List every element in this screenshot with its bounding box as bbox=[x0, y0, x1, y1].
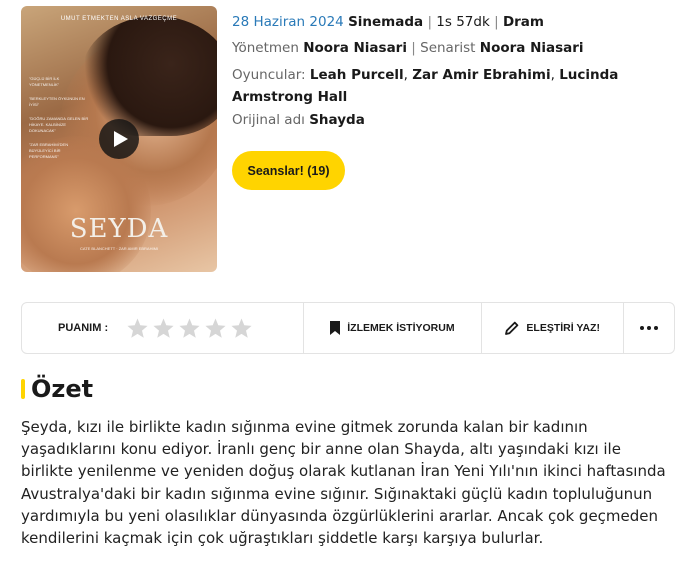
rating-label: PUANIM : bbox=[58, 322, 109, 334]
separator: | bbox=[411, 40, 416, 56]
cast-link[interactable]: Leah Purcell bbox=[310, 67, 404, 83]
release-row: 28 Haziran 2024 Sinemada | 1s 57dk | Dra… bbox=[232, 11, 652, 33]
star-icon[interactable] bbox=[126, 317, 149, 340]
release-date-link[interactable]: 28 Haziran 2024 bbox=[232, 14, 344, 30]
poster-quote: "ZAR EBRAHİMİ'DEN BÜYÜLEYİCİ BİR PERFORM… bbox=[29, 142, 69, 159]
poster-hair-shape bbox=[81, 16, 217, 136]
writer-label: Senarist bbox=[420, 40, 476, 56]
separator: | bbox=[494, 14, 499, 30]
cast-label: Oyuncular: bbox=[232, 67, 306, 83]
release-status: Sinemada bbox=[348, 14, 424, 30]
comma: , bbox=[403, 67, 408, 83]
bookmark-icon bbox=[330, 321, 341, 335]
poster-quote: "GÜÇLÜ BİR İLK YÖNETMENLİK" bbox=[29, 76, 60, 87]
original-title: Shayda bbox=[309, 112, 365, 128]
heading-accent-bar bbox=[21, 379, 25, 399]
review-label: ELEŞTİRİ YAZ! bbox=[526, 322, 600, 334]
original-title-row: Orijinal adı Shayda bbox=[232, 109, 652, 131]
star-icon[interactable] bbox=[230, 317, 253, 340]
play-trailer-button[interactable] bbox=[99, 119, 139, 159]
pencil-icon bbox=[505, 321, 519, 335]
summary-heading: Özet bbox=[31, 375, 94, 403]
star-icon[interactable] bbox=[204, 317, 227, 340]
showtimes-button[interactable]: Seanslar! (19) bbox=[232, 151, 345, 190]
user-action-bar: PUANIM : İZLEMEK İSTİYORUM ELEŞTİRİ YAZ! bbox=[21, 302, 675, 354]
cast-row: Oyuncular: Leah Purcell, Zar Amir Ebrahi… bbox=[232, 64, 632, 108]
movie-info: 28 Haziran 2024 Sinemada | 1s 57dk | Dra… bbox=[232, 11, 652, 131]
duration: 1s 57dk bbox=[436, 14, 490, 30]
rating-stars bbox=[126, 317, 253, 340]
star-icon[interactable] bbox=[178, 317, 201, 340]
poster-quotes: "GÜÇLÜ BİR İLK YÖNETMENLİK" "BERKLEYTEN … bbox=[29, 76, 89, 168]
play-icon bbox=[114, 131, 128, 147]
poster-tagline: UMUT ETMEKTEN ASLA VAZGEÇME bbox=[60, 16, 178, 22]
poster-credits: CATE BLANCHETT · ZAR AMIR EBRAHIMI bbox=[79, 246, 159, 251]
crew-row: Yönetmen Noora Niasari | Senarist Noora … bbox=[232, 37, 652, 59]
cast-link[interactable]: Zar Amir Ebrahimi bbox=[412, 67, 550, 83]
separator: | bbox=[427, 14, 432, 30]
write-review-button[interactable]: ELEŞTİRİ YAZ! bbox=[482, 303, 625, 353]
summary-text: Şeyda, kızı ile birlikte kadın sığınma e… bbox=[21, 418, 666, 548]
more-dots-icon bbox=[640, 326, 659, 330]
original-title-label: Orijinal adı bbox=[232, 112, 305, 128]
poster-quote: "DOĞRU ZAMANDA GELEN BİR HİKAYE. KALBİNİ… bbox=[29, 116, 89, 133]
rating-section: PUANIM : bbox=[22, 303, 304, 353]
poster-quote: "BERKLEYTEN ÖYKÜNÜN EN İYİSİ" bbox=[29, 96, 85, 107]
watchlist-button[interactable]: İZLEMEK İSTİYORUM bbox=[304, 303, 483, 353]
writer-link[interactable]: Noora Niasari bbox=[480, 40, 584, 56]
movie-poster[interactable]: UMUT ETMEKTEN ASLA VAZGEÇME "GÜÇLÜ BİR İ… bbox=[21, 6, 217, 272]
director-link[interactable]: Noora Niasari bbox=[303, 40, 407, 56]
genre-link[interactable]: Dram bbox=[503, 14, 544, 30]
more-options-button[interactable] bbox=[624, 303, 674, 353]
poster-title: SEYDA bbox=[69, 214, 169, 244]
director-label: Yönetmen bbox=[232, 40, 299, 56]
star-icon[interactable] bbox=[152, 317, 175, 340]
comma: , bbox=[550, 67, 555, 83]
watchlist-label: İZLEMEK İSTİYORUM bbox=[347, 322, 455, 334]
summary-heading-row: Özet bbox=[21, 375, 93, 403]
